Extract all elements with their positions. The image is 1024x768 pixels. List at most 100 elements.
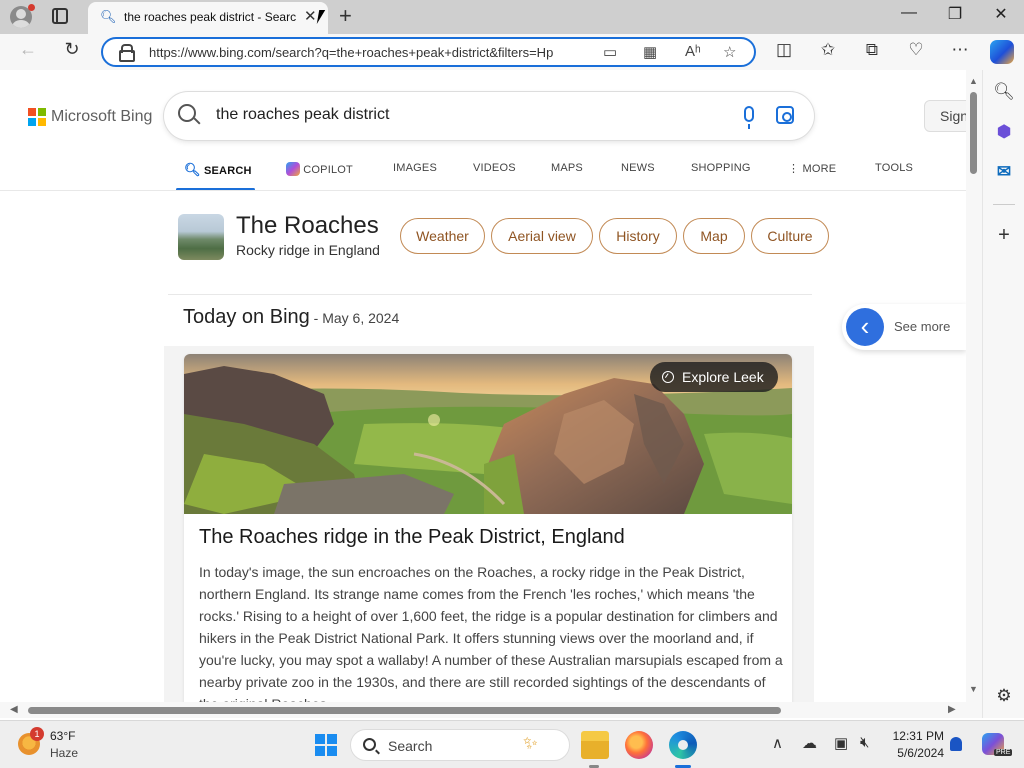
- bing-logo-text: Microsoft Bing: [51, 108, 153, 125]
- scope-label: SEARCH: [203, 165, 252, 177]
- clock-date[interactable]: 5/6/2024: [888, 746, 944, 760]
- outlook-icon[interactable]: ✉: [992, 162, 1016, 186]
- close-tab-icon[interactable]: ✕: [304, 7, 317, 25]
- vertical-scrollbar[interactable]: ▲ ▼: [966, 70, 982, 702]
- restore-window-icon[interactable]: ❐: [940, 4, 970, 24]
- edge-browser-icon[interactable]: [669, 731, 697, 759]
- pill-culture[interactable]: Culture: [751, 218, 829, 254]
- address-bar[interactable]: https://www.bing.com/search?q=the+roache…: [101, 37, 756, 67]
- url-text[interactable]: https://www.bing.com/search?q=the+roache…: [149, 45, 595, 60]
- scope-videos[interactable]: VIDEOS: [473, 162, 516, 174]
- scroll-right-arrow-icon[interactable]: ▶: [948, 704, 956, 715]
- see-more-button[interactable]: ‹ See more: [842, 304, 966, 350]
- minimize-window-icon[interactable]: —: [894, 4, 924, 22]
- bing-logo[interactable]: Microsoft Bing: [28, 108, 152, 126]
- explore-label: Explore Leek: [682, 369, 764, 385]
- scope-shopping[interactable]: SHOPPING: [691, 162, 751, 174]
- file-explorer-icon[interactable]: [581, 731, 609, 759]
- search-input[interactable]: the roaches peak district: [216, 106, 389, 124]
- card-body: In today's image, the sun encroaches on …: [199, 564, 783, 702]
- scope-maps[interactable]: MAPS: [551, 162, 583, 174]
- tab-bing-search[interactable]: 🔍︎ the roaches peak district - Search ✕: [88, 2, 328, 34]
- taskbar-search[interactable]: Search ✨︎: [350, 729, 570, 761]
- windows-logo-pane: [327, 734, 337, 744]
- close-window-icon[interactable]: ✕: [986, 4, 1016, 24]
- vertical-scroll-thumb[interactable]: [970, 92, 977, 174]
- browser-essentials-icon[interactable]: ♡: [904, 40, 928, 60]
- scroll-left-arrow-icon[interactable]: ◀: [10, 704, 18, 715]
- sidebar-search-icon[interactable]: 🔍︎: [992, 82, 1016, 106]
- network-monitor-icon[interactable]: ▣: [834, 734, 848, 752]
- search-scope-icon: 🔍︎: [184, 162, 201, 177]
- sign-in-button[interactable]: Sign in: [924, 100, 966, 132]
- copilot-scope-icon: [286, 162, 300, 176]
- scroll-up-arrow-icon[interactable]: ▲: [969, 76, 978, 86]
- weather-condition[interactable]: Haze: [50, 746, 78, 760]
- back-arrow-icon[interactable]: ←: [16, 39, 40, 60]
- entity-title[interactable]: The Roaches: [236, 212, 379, 240]
- tab-title: the roaches peak district - Search: [124, 10, 296, 24]
- logo-square: [38, 108, 46, 116]
- horizontal-scrollbar[interactable]: ◀ ▶: [0, 702, 982, 718]
- pill-history[interactable]: History: [599, 218, 677, 254]
- today-title: Today on Bing: [183, 306, 310, 328]
- more-menu-icon[interactable]: ⋯: [948, 40, 972, 60]
- explore-leek-button[interactable]: Explore Leek: [650, 362, 778, 392]
- copilot-icon[interactable]: [990, 40, 1014, 64]
- scope-images[interactable]: IMAGES: [393, 162, 437, 174]
- sidebar-settings-gear-icon[interactable]: ⚙: [992, 686, 1016, 710]
- logo-square: [28, 118, 36, 126]
- pill-aerial-view[interactable]: Aerial view: [491, 218, 593, 254]
- weather-temperature[interactable]: 63°F: [50, 729, 75, 743]
- scope-tools[interactable]: TOOLS: [875, 162, 913, 174]
- mouse-cursor-icon: [316, 10, 332, 24]
- firefox-icon[interactable]: [625, 731, 653, 759]
- clock-time[interactable]: 12:31 PM: [888, 729, 944, 743]
- sidebar-copilot-icon[interactable]: ⬢: [992, 122, 1016, 146]
- collections-icon[interactable]: ⧉: [860, 40, 884, 60]
- chevron-left-icon[interactable]: ‹: [846, 308, 884, 346]
- hero-image[interactable]: Explore Leek: [184, 354, 792, 514]
- tab-strip: 🔍︎ the roaches peak district - Search ✕ …: [0, 0, 1024, 34]
- pill-weather[interactable]: Weather: [400, 218, 485, 254]
- show-hidden-icons-chevron-icon[interactable]: ∧: [772, 734, 783, 752]
- read-aloud-icon[interactable]: Aʰ: [685, 43, 701, 60]
- volume-muted-icon[interactable]: 🔇︎: [860, 734, 869, 751]
- start-button[interactable]: [315, 734, 337, 756]
- search-scopes-nav: 🔍︎ SEARCH COPILOT IMAGES VIDEOS MAPS NEW…: [176, 154, 956, 191]
- refresh-icon[interactable]: ↻: [60, 39, 84, 60]
- weather-badge: 1: [30, 727, 44, 741]
- more-dots-icon: ⋮: [788, 163, 800, 175]
- split-screen-icon[interactable]: ◫: [772, 40, 796, 60]
- today-card[interactable]: Explore Leek The Roaches ridge in the Pe…: [184, 354, 792, 702]
- app-available-icon[interactable]: ▭: [603, 43, 617, 61]
- windows-logo-pane: [327, 746, 337, 756]
- scope-search[interactable]: 🔍︎ SEARCH: [184, 162, 252, 178]
- sidebar-divider: [993, 204, 1015, 205]
- microphone-icon[interactable]: [744, 106, 754, 129]
- pill-map[interactable]: Map: [683, 218, 745, 254]
- search-box[interactable]: the roaches peak district: [164, 92, 814, 140]
- scroll-down-arrow-icon[interactable]: ▼: [969, 684, 978, 694]
- onedrive-cloud-icon[interactable]: ☁: [802, 734, 817, 752]
- entity-thumbnail[interactable]: [178, 214, 224, 260]
- lock-icon[interactable]: [119, 44, 135, 62]
- visual-search-icon[interactable]: [776, 106, 794, 124]
- new-tab-button[interactable]: +: [339, 3, 352, 29]
- header-divider: [0, 190, 966, 191]
- logo-square: [38, 118, 46, 126]
- favorites-icon[interactable]: ✩: [816, 40, 840, 60]
- scope-news[interactable]: NEWS: [621, 162, 655, 174]
- compass-icon: [662, 371, 674, 383]
- tab-actions-menu-icon[interactable]: [52, 8, 68, 24]
- taskbar-search-label: Search: [388, 738, 433, 754]
- favorite-star-icon[interactable]: ☆: [723, 43, 736, 61]
- notification-bell-icon[interactable]: [950, 737, 962, 751]
- card-title[interactable]: The Roaches ridge in the Peak District, …: [199, 526, 625, 549]
- horizontal-scroll-thumb[interactable]: [28, 707, 781, 714]
- scope-more[interactable]: ⋮ MORE: [788, 162, 836, 175]
- qr-code-icon[interactable]: ▦: [643, 43, 657, 61]
- add-sidebar-app-icon[interactable]: +: [992, 224, 1016, 248]
- scope-copilot[interactable]: COPILOT: [286, 162, 353, 176]
- scope-label: COPILOT: [303, 164, 353, 176]
